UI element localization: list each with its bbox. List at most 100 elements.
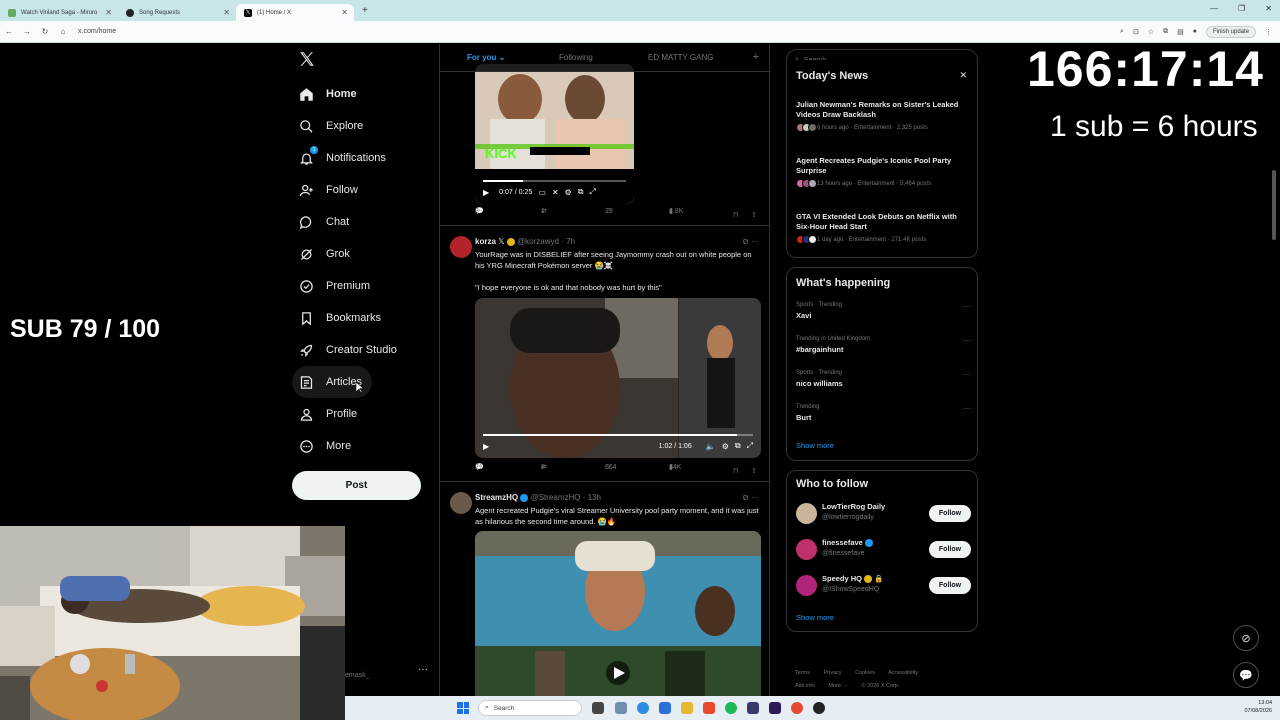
task-view-icon[interactable] <box>592 702 604 714</box>
more-options-icon[interactable]: ··· <box>963 302 971 311</box>
nav-chat[interactable]: Chat <box>292 206 432 238</box>
nav-more[interactable]: More <box>292 430 432 462</box>
nav-explore[interactable]: Explore <box>292 110 432 142</box>
chrome-icon[interactable] <box>791 702 803 714</box>
news-item[interactable]: Agent Recreates Pudgie's Iconic Pool Par… <box>796 156 966 188</box>
footer-link-cookies[interactable]: Cookies <box>855 670 875 676</box>
obs-icon[interactable] <box>813 702 825 714</box>
premiere-icon[interactable] <box>769 702 781 714</box>
tab-ed-matty-gang[interactable]: ED MATTY GANG <box>648 53 714 62</box>
follow-suggestion[interactable]: Speedy HQ 🔒 @IShowSpeedHQ Follow <box>796 573 971 599</box>
zoom-icon[interactable]: ⌕ <box>1120 28 1124 36</box>
nav-premium[interactable]: Premium <box>292 270 432 302</box>
reload-icon[interactable]: ↻ <box>36 27 54 36</box>
brave-icon[interactable] <box>703 702 715 714</box>
follow-button[interactable]: Follow <box>929 541 971 558</box>
more-options-icon[interactable]: ··· <box>963 336 971 345</box>
home-page-icon[interactable]: ⌂ <box>54 27 72 36</box>
footer-link-more[interactable]: More ··· <box>828 683 848 689</box>
forward-icon[interactable]: → <box>18 27 36 36</box>
author-name[interactable]: korza <box>475 237 496 246</box>
follow-suggestion[interactable]: LowTierRog Daily @lowtierrogdaily Follow <box>796 501 971 527</box>
browser-tab-song-requests[interactable]: Song Requests ✕ <box>118 4 236 21</box>
account-menu-icon[interactable]: ··· <box>418 664 428 675</box>
minimize-icon[interactable]: — <box>1210 4 1218 13</box>
bookmark-button[interactable]: ⊓ <box>733 211 738 219</box>
avatar[interactable] <box>450 492 472 514</box>
nav-follow[interactable]: Follow <box>292 174 432 206</box>
post-media-streamzhq[interactable] <box>475 531 761 720</box>
play-icon[interactable]: ▶ <box>483 188 489 197</box>
trend-item[interactable]: Trending Burt ··· <box>796 404 971 422</box>
captions-icon[interactable]: ▭ <box>538 188 546 197</box>
nav-home[interactable]: Home <box>292 78 432 110</box>
browser-menu-icon[interactable]: ⋮ <box>1265 28 1272 36</box>
file-explorer-icon[interactable] <box>681 702 693 714</box>
taskbar-clock[interactable]: 13:04 07/08/2026 <box>1244 699 1272 715</box>
news-item[interactable]: GTA VI Extended Look Debuts on Netflix w… <box>796 212 966 244</box>
play-icon[interactable]: ▶ <box>483 442 489 451</box>
bookmark-button[interactable]: ⊓ <box>733 467 738 475</box>
footer-link-accessibility[interactable]: Accessibility <box>888 670 918 676</box>
post-video[interactable]: KICK ▶ 0:07 / 0:25 ▭ ✕ ⚙ ⧉ ⤢ <box>475 64 634 204</box>
trend-item[interactable]: Trending in United Kingdom #bargainhunt … <box>796 336 971 354</box>
nav-bookmarks[interactable]: Bookmarks <box>292 302 432 334</box>
x-logo-icon[interactable] <box>298 50 316 68</box>
more-options-icon[interactable]: ··· <box>963 370 971 379</box>
settings-app-icon[interactable] <box>615 702 627 714</box>
footer-link-ads-info[interactable]: Ads info <box>795 683 815 689</box>
fullscreen-icon[interactable]: ⤢ <box>747 441 753 451</box>
post-video-korza[interactable]: ▶ 1:02 / 1:06 🔈 ⚙ ⧉ ⤢ <box>475 298 761 458</box>
author-name[interactable]: StreamzHQ <box>475 493 518 502</box>
store-icon[interactable] <box>659 702 671 714</box>
close-tab-icon[interactable]: ✕ <box>223 8 230 17</box>
taskbar-search[interactable]: ⌕ Search <box>478 700 582 716</box>
more-options-icon[interactable]: ··· <box>963 404 971 413</box>
show-more-link[interactable]: Show more <box>796 441 834 450</box>
post-time[interactable]: 7h <box>566 237 575 246</box>
follow-button[interactable]: Follow <box>929 577 971 594</box>
browser-tab-x-home[interactable]: 𝕏 (1) Home / X ✕ <box>236 4 354 21</box>
close-tab-icon[interactable]: ✕ <box>341 8 348 17</box>
page-scrollbar[interactable] <box>1272 170 1276 240</box>
show-more-link[interactable]: Show more <box>796 613 834 622</box>
back-icon[interactable]: ← <box>0 27 18 36</box>
grok-float-button[interactable]: ⊘ <box>1233 625 1259 651</box>
avatar[interactable] <box>450 236 472 258</box>
author-handle[interactable]: @korzawyd <box>517 237 559 246</box>
footer-link-terms[interactable]: Terms <box>795 670 810 676</box>
maximize-icon[interactable]: ❐ <box>1238 4 1245 13</box>
pip-icon[interactable]: ⧉ <box>578 187 584 197</box>
trend-item[interactable]: Sports · Trending Xavi ··· <box>796 302 971 320</box>
edge-icon[interactable] <box>637 702 649 714</box>
nav-creator-studio[interactable]: Creator Studio <box>292 334 432 366</box>
author-handle[interactable]: @StreamzHQ <box>531 493 581 502</box>
extensions-icon[interactable]: ⧉ <box>1163 28 1168 36</box>
profile-icon[interactable]: ● <box>1193 28 1197 35</box>
follow-button[interactable]: Follow <box>929 505 971 522</box>
news-item[interactable]: Julian Newman's Remarks on Sister's Leak… <box>796 100 966 132</box>
more-options-icon[interactable]: ⊘ ··· <box>742 493 759 502</box>
pip-icon[interactable]: ⧉ <box>735 441 741 451</box>
nav-notifications[interactable]: 1 Notifications <box>292 142 432 174</box>
tab-search-icon[interactable]: ▤ <box>1177 28 1184 36</box>
url-field[interactable]: x.com/home <box>78 28 116 35</box>
nav-grok[interactable]: Grok <box>292 238 432 270</box>
follow-suggestion[interactable]: finessefave @finessefave Follow <box>796 537 971 563</box>
settings-icon[interactable]: ⚙ <box>565 188 572 197</box>
close-icon[interactable]: ✕ <box>959 70 967 81</box>
browser-tab-miruro[interactable]: Watch Vinland Saga - Miruro ✕ <box>0 4 118 21</box>
share-icon[interactable]: ⇧ <box>751 211 757 219</box>
new-tab-button[interactable]: + <box>354 5 376 16</box>
app-icon[interactable] <box>747 702 759 714</box>
settings-icon[interactable]: ⚙ <box>722 442 729 451</box>
finish-update-button[interactable]: Finish update <box>1205 25 1256 38</box>
spotify-icon[interactable] <box>725 702 737 714</box>
post-time[interactable]: 13h <box>588 493 601 502</box>
footer-link-privacy[interactable]: Privacy <box>824 670 842 676</box>
windows-start-icon[interactable] <box>457 702 469 714</box>
install-app-icon[interactable]: ⊡ <box>1133 28 1139 36</box>
share-icon[interactable]: ⇧ <box>751 467 757 475</box>
trend-item[interactable]: Sports · Trending nico williams ··· <box>796 370 971 388</box>
fullscreen-icon[interactable]: ⤢ <box>589 187 595 197</box>
